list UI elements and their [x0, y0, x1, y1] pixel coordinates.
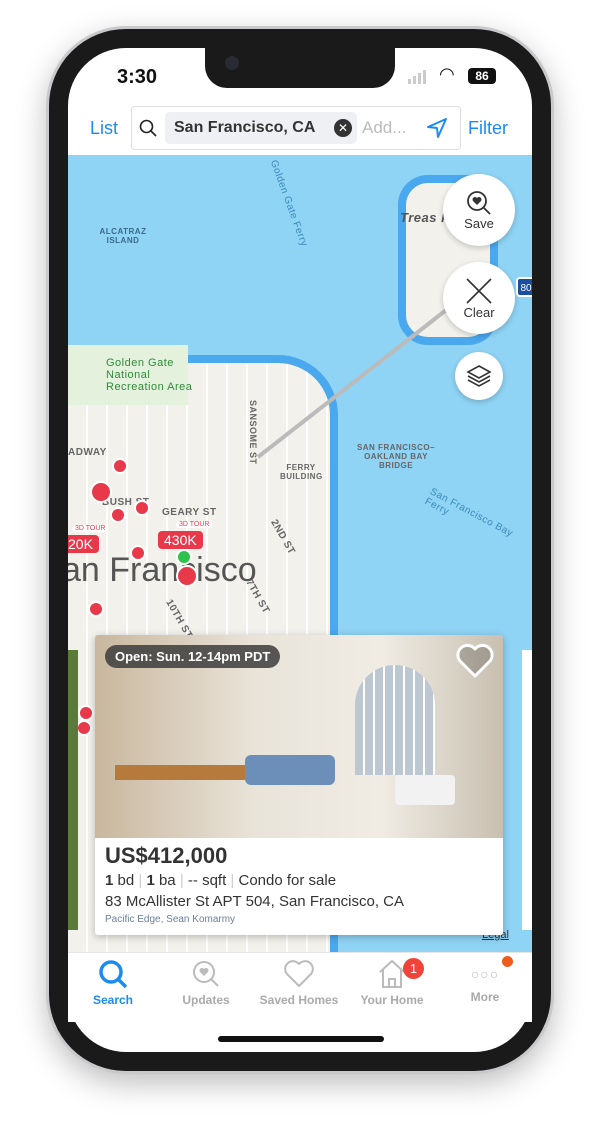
map-label: ALCATRAZ ISLAND: [99, 227, 147, 245]
map-label: Golden Gate National Recreation Area: [106, 357, 193, 393]
tab-saved-homes[interactable]: Saved Homes: [254, 958, 344, 1007]
wifi-icon: ◠: [439, 64, 455, 84]
map-layers-button[interactable]: [455, 352, 503, 400]
heart-icon: [284, 960, 314, 987]
open-house-badge: Open: Sun. 12-14pm PDT: [105, 645, 281, 668]
favorite-heart-icon[interactable]: [455, 643, 495, 679]
save-label: Save: [464, 215, 494, 231]
signal-icon: [408, 70, 426, 84]
updates-icon: [193, 961, 219, 987]
map-label: San Francisco Bay Ferry: [422, 486, 515, 540]
tab-updates[interactable]: Updates: [161, 958, 251, 1007]
location-arrow-icon[interactable]: [426, 117, 448, 139]
map-label: GEARY ST: [162, 507, 217, 518]
map-label: Golden Gate Ferry: [267, 158, 310, 249]
map-label: ADWAY: [68, 447, 107, 458]
home-indicator[interactable]: [218, 1036, 384, 1042]
save-search-button[interactable]: Save: [443, 174, 515, 246]
highway-shield: 80: [516, 277, 532, 297]
tab-more[interactable]: ○○○ More: [440, 958, 530, 1004]
battery-icon: 86: [468, 68, 496, 84]
layers-icon: [466, 365, 492, 387]
price-pin[interactable]: 20K: [68, 535, 99, 553]
clear-chip-icon[interactable]: ✕: [334, 119, 352, 137]
next-card-peek[interactable]: [522, 650, 532, 930]
more-dot-badge: [502, 956, 513, 967]
map-label: SANSOME ST: [248, 400, 258, 465]
notification-badge: 1: [403, 958, 424, 979]
listing-address: 83 McAllister St APT 504, San Francisco,…: [105, 893, 405, 910]
search-icon: [139, 119, 157, 137]
listing-agent: Pacific Edge, Sean Komarmy: [105, 914, 236, 925]
filter-button[interactable]: Filter: [468, 118, 508, 139]
map-label: SAN FRANCISCO–OAKLAND BAY BRIDGE: [356, 443, 436, 470]
status-time: 3:30: [117, 66, 158, 88]
search-icon: [99, 960, 128, 989]
price-pin[interactable]: 430K: [158, 531, 203, 549]
clear-button[interactable]: Clear: [443, 262, 515, 334]
more-icon: ○○○: [470, 966, 500, 982]
close-icon: [466, 277, 492, 304]
map-city-label: an Francisco: [68, 551, 257, 589]
listing-card[interactable]: Open: Sun. 12-14pm PDT US$412,000 1 bd |…: [95, 635, 503, 935]
listing-price: US$412,000: [105, 843, 228, 868]
location-chip-label: San Francisco, CA: [174, 119, 316, 136]
map-label: FERRY BUILDING: [280, 463, 323, 481]
pin-tag: 3D TOUR: [176, 521, 213, 528]
prev-card-peek[interactable]: [68, 650, 78, 930]
tab-search[interactable]: Search: [68, 958, 158, 1007]
list-button[interactable]: List: [90, 118, 118, 139]
search-placeholder: Add...: [362, 118, 407, 137]
save-search-icon: [467, 190, 491, 215]
listing-specs: 1 bd | 1 ba | -- sqft | Condo for sale: [105, 872, 337, 889]
camera: [225, 56, 239, 70]
pin-tag: 3D TOUR: [72, 525, 109, 532]
clear-label: Clear: [463, 304, 495, 320]
